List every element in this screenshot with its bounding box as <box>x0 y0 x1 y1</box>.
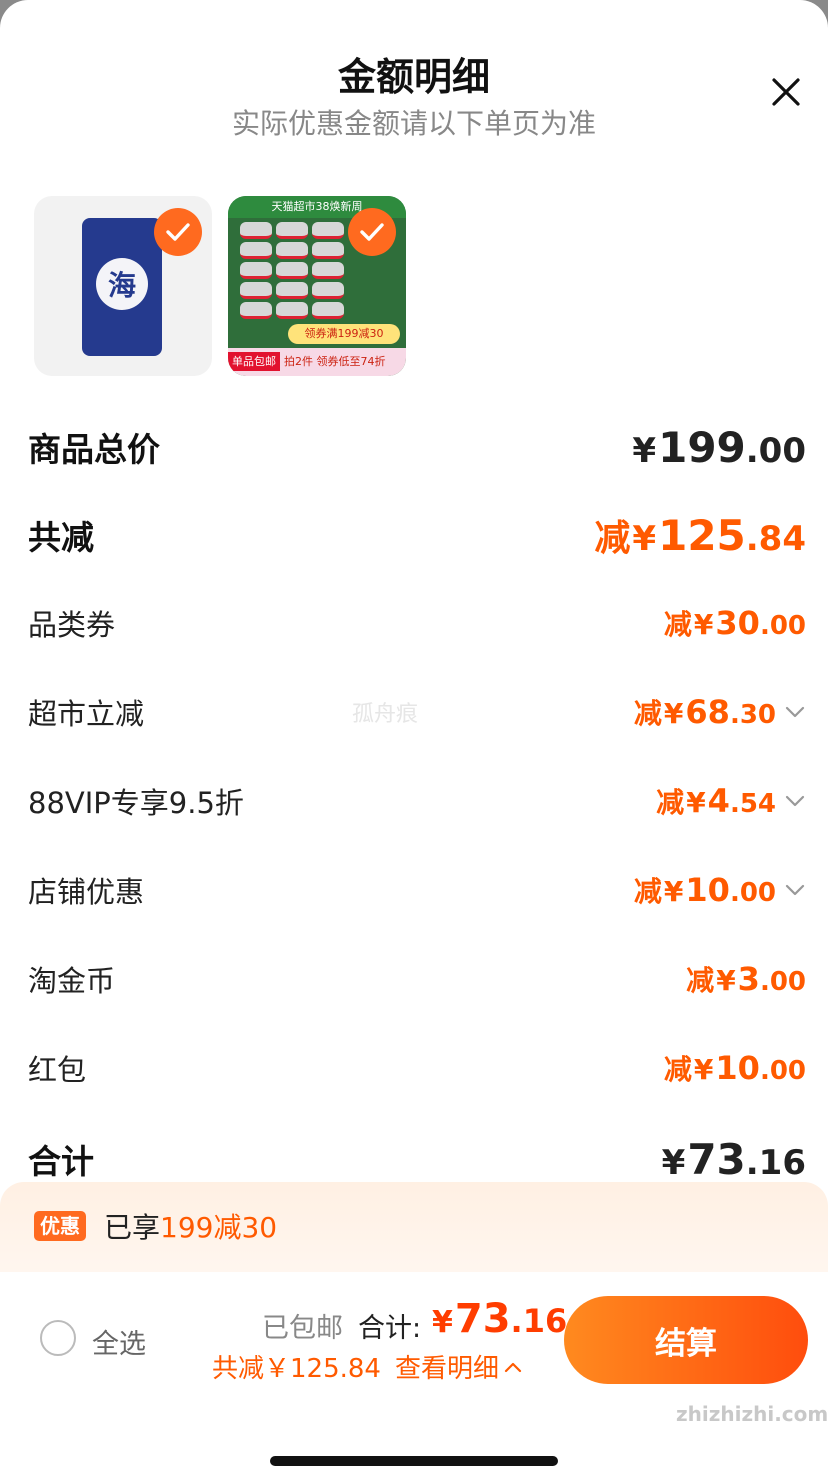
product-promo-text: 拍2件 领券低至74折 <box>284 355 386 368</box>
discount-row-88vip[interactable]: 88VIP专享9.5折 减 ¥4.54 <box>28 778 806 824</box>
subtotal-label: 商品总价 <box>28 430 160 469</box>
close-icon <box>772 78 800 106</box>
promo-badge: 优惠 <box>34 1211 86 1241</box>
discount-label: 红包 <box>28 1053 87 1087</box>
free-shipping-tag: 单品包邮 <box>228 352 280 371</box>
subtotal-amount: ¥199.00 <box>632 422 806 472</box>
product-thumbnail[interactable]: 天猫超市38焕新周 领券满199减30 单品包邮 拍2件 领券低至74折 <box>228 196 406 376</box>
total-discount-amount: 减 ¥125.84 <box>594 511 806 560</box>
chevron-down-icon[interactable] <box>784 794 806 808</box>
grand-total-amount: ¥73.16 <box>661 1134 806 1184</box>
discount-amount: 减 ¥10.00 <box>634 870 806 910</box>
product-promo-coupon: 领券满199减30 <box>288 324 400 344</box>
discount-row-store[interactable]: 店铺优惠 减 ¥10.00 <box>28 867 806 913</box>
total-discount-label: 共减 <box>28 518 94 557</box>
grand-total-row: 合计 ¥73.16 <box>28 1132 806 1186</box>
discount-amount: 减 ¥30.00 <box>663 604 806 642</box>
footer-total-label: 合计: <box>358 1313 422 1344</box>
close-button[interactable] <box>766 72 806 112</box>
product-thumbnail[interactable]: 海 <box>34 196 212 376</box>
view-details-link[interactable]: 查看明细 <box>395 1348 523 1385</box>
discount-amount: 减 ¥4.54 <box>656 781 806 821</box>
check-icon <box>166 223 190 241</box>
checkout-bar: 全选 已包邮 合计: ¥73.16 共减￥125.84 查看明细 结算 zhiz… <box>0 1272 828 1484</box>
promo-bar: 优惠 已享199减30 <box>0 1182 828 1272</box>
discount-label: 品类券 <box>28 608 116 642</box>
discount-row-category-coupon: 品类券 减 ¥30.00 <box>28 600 806 646</box>
discount-row-taojinbi: 淘金币 减 ¥3.00 <box>28 956 806 1002</box>
home-indicator <box>270 1456 558 1466</box>
select-all-label[interactable]: 全选 <box>92 1322 146 1361</box>
view-details-label: 查看明细 <box>394 1354 499 1384</box>
discount-label: 店铺优惠 <box>28 875 145 909</box>
promo-text: 已享199减30 <box>104 1211 278 1244</box>
selected-check[interactable] <box>348 208 396 256</box>
saved-summary: 共减￥125.84 查看明细 <box>212 1348 523 1385</box>
discount-label: 超市立减 <box>28 697 145 731</box>
chevron-down-icon[interactable] <box>784 705 806 719</box>
page-title: 金额明细 <box>337 55 490 99</box>
product-image-label: 海 <box>96 258 148 310</box>
site-watermark: zhizhizhi.com <box>676 1402 828 1426</box>
subtotal-row: 商品总价 ¥199.00 <box>28 420 806 474</box>
selected-check[interactable] <box>154 208 202 256</box>
discount-label: 88VIP专享9.5折 <box>28 786 244 820</box>
check-icon <box>360 223 384 241</box>
footer-total-amount: ¥73.16 <box>432 1296 568 1342</box>
product-image: 海 <box>82 218 162 356</box>
select-all-radio[interactable] <box>40 1320 76 1356</box>
product-promo-bottom: 单品包邮 拍2件 领券低至74折 <box>228 348 406 376</box>
watermark: 孤舟痕 <box>352 702 419 727</box>
discount-amount: 减 ¥68.30 <box>634 692 806 732</box>
chevron-up-icon <box>504 1362 522 1372</box>
saved-amount: 共减￥125.84 <box>212 1354 381 1384</box>
product-image <box>240 222 344 322</box>
chevron-down-icon[interactable] <box>784 883 806 897</box>
amount-details-sheet: 金额明细 实际优惠金额请以下单页为准 海 天猫超市38焕新周 领券满199减30… <box>0 0 828 1484</box>
total-discount-row: 共减 减 ¥125.84 <box>28 508 806 562</box>
discount-label: 淘金币 <box>28 964 116 998</box>
product-thumbnails: 海 天猫超市38焕新周 领券满199减30 单品包邮 拍2件 领券低至74折 <box>34 196 406 376</box>
free-shipping-label: 已包邮 <box>262 1313 343 1344</box>
page-subtitle: 实际优惠金额请以下单页为准 <box>231 107 596 140</box>
grand-total-label: 合计 <box>28 1142 94 1181</box>
discount-row-red-packet: 红包 减 ¥10.00 <box>28 1045 806 1091</box>
checkout-button[interactable]: 结算 <box>564 1296 808 1384</box>
discount-amount: 减 ¥10.00 <box>663 1049 806 1087</box>
discount-amount: 减 ¥3.00 <box>686 960 806 998</box>
